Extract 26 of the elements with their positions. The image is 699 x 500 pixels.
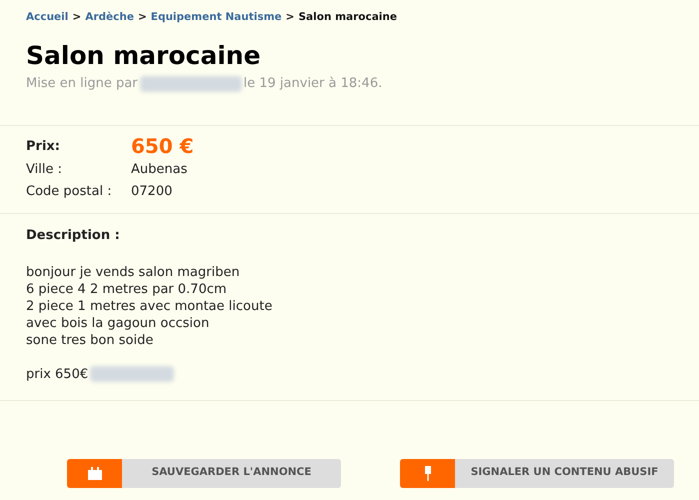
- detail-value: Aubenas: [131, 161, 188, 180]
- description-line: avec bois la gagoun occsion: [26, 314, 210, 332]
- description-label: Description :: [26, 227, 121, 246]
- detail-value: 07200: [131, 182, 174, 201]
- breadcrumb-separator: >: [138, 10, 147, 25]
- description-line: prix 650€: [26, 366, 88, 383]
- posted-date-text: le 19 janvier à 18:46.: [244, 74, 382, 93]
- breadcrumb-current: Salon marocaine: [298, 10, 397, 25]
- pin-icon: [424, 466, 432, 481]
- description-line: 2 piece 1 metres avec montae licoute: [26, 298, 274, 315]
- breadcrumb-link[interactable]: Equipement Nautisme: [150, 10, 282, 26]
- description-line: bonjour je vends salon magriben: [26, 264, 241, 281]
- description-line: 6 piece 4 2 metres par 0.70cm: [26, 280, 228, 298]
- detail-label: Ville :: [26, 161, 63, 180]
- save-ad-button[interactable]: SAUVEGARDER L'ANNONCE: [67, 458, 341, 488]
- breadcrumb-link[interactable]: Accueil: [26, 10, 68, 26]
- detail-label: Code postal :: [26, 182, 113, 201]
- description-line: sone tres bon soide: [26, 332, 154, 349]
- posted-by-text: Mise en ligne par: [26, 74, 138, 93]
- report-abuse-button[interactable]: SIGNALER UN CONTENU ABUSIF: [400, 458, 674, 488]
- price-label: Prix:: [26, 138, 61, 156]
- breadcrumb-separator: >: [72, 10, 82, 25]
- breadcrumb-link[interactable]: Ardèche: [85, 10, 134, 26]
- price-value: 650 €: [131, 134, 195, 158]
- ad-title: Salon marocaine: [25, 40, 262, 72]
- breadcrumb-separator: >: [286, 10, 294, 25]
